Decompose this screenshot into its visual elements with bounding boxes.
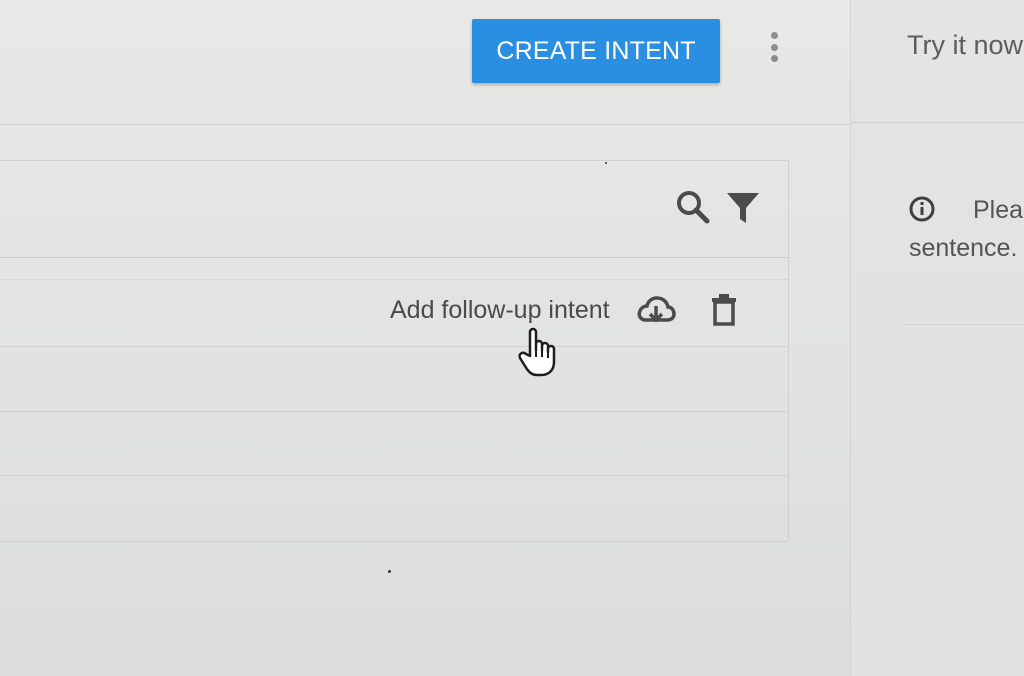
- panel-divider: [851, 122, 1024, 123]
- list-row-empty: [0, 411, 788, 476]
- screen-speck: [605, 162, 607, 164]
- info-message: Plea: [973, 196, 1024, 224]
- menu-dot: [770, 43, 778, 51]
- intents-list-panel: Add follow-up intent: [0, 160, 789, 542]
- intents-toolbar: CREATE INTENT: [0, 0, 850, 125]
- info-message-continued: sentence.: [909, 234, 1018, 262]
- cloud-download-icon[interactable]: [636, 294, 676, 328]
- panel-divider: [901, 324, 1024, 325]
- menu-dot: [770, 55, 778, 62]
- intent-row[interactable]: Add follow-up intent: [0, 279, 788, 347]
- filter-icon[interactable]: [726, 191, 760, 225]
- try-it-now-title: Try it now: [907, 30, 1024, 60]
- trash-icon[interactable]: [710, 292, 738, 326]
- list-header: [0, 161, 788, 258]
- list-row-empty: [0, 475, 788, 542]
- search-icon[interactable]: [675, 189, 711, 225]
- more-vert-icon[interactable]: [765, 32, 783, 62]
- dialogflow-intents-screen: CREATE INTENT Add follow-up intent Try i…: [0, 0, 1024, 676]
- add-followup-intent-link[interactable]: Add follow-up intent: [390, 296, 610, 325]
- try-it-now-panel: Try it now Plea sentence.: [850, 0, 1024, 676]
- menu-dot: [770, 32, 778, 39]
- screen-speck: [388, 570, 391, 573]
- list-row-empty: [0, 345, 788, 412]
- create-intent-button[interactable]: CREATE INTENT: [472, 19, 720, 83]
- info-icon: [909, 196, 935, 222]
